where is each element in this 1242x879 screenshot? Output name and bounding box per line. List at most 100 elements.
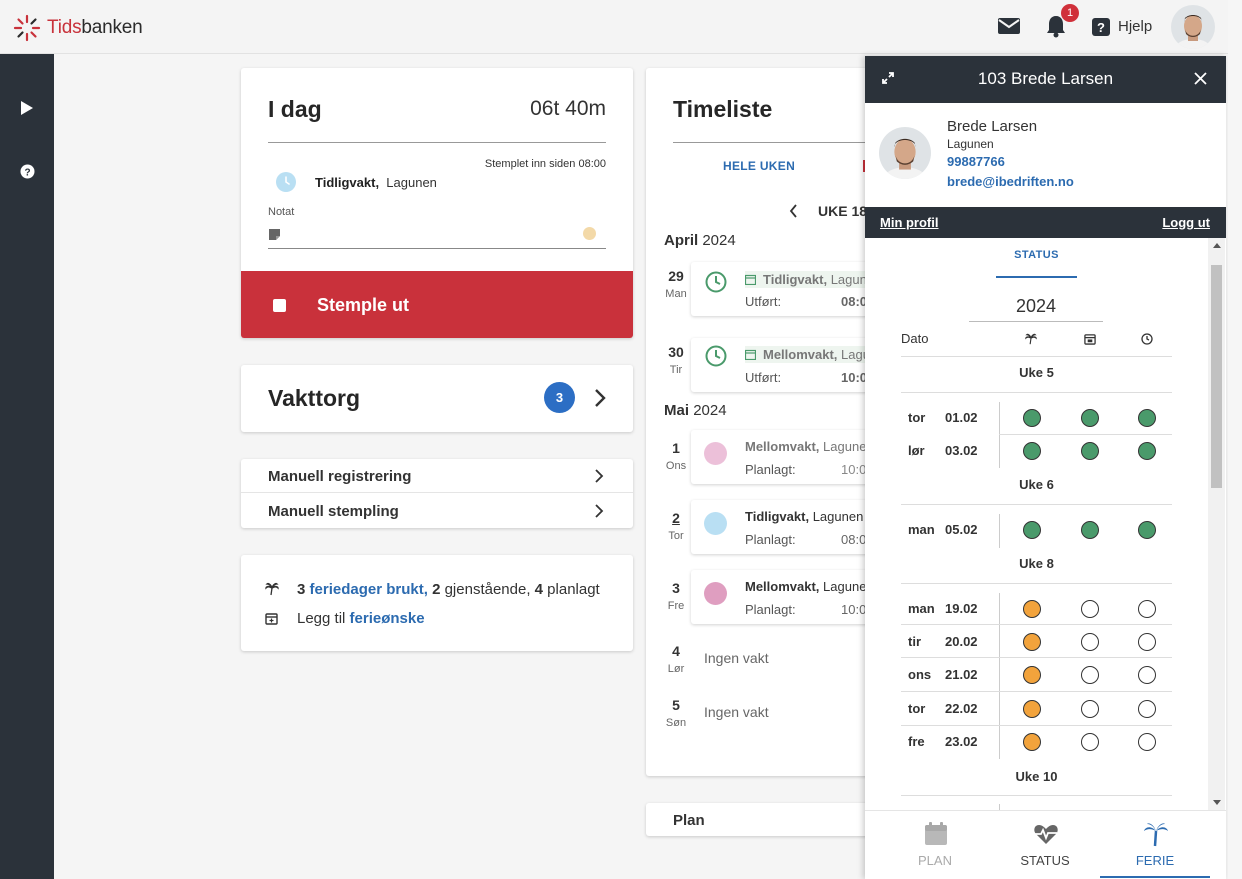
logout-link[interactable]: Logg ut xyxy=(1162,215,1210,230)
shift-clock-icon xyxy=(276,172,296,192)
stamped-in-info: Stemplet inn siden 08:00 xyxy=(484,158,606,170)
help-label[interactable]: Hjelp xyxy=(1118,18,1152,35)
row-date: 21.02 xyxy=(945,667,978,682)
palm-tree-icon xyxy=(1025,333,1037,345)
timesheet-entry[interactable]: Mellomvakt, Lagunen Planlagt: 10:00 xyxy=(691,570,876,624)
panel-user-phone[interactable]: 99887766 xyxy=(947,154,1005,169)
tab-underline xyxy=(996,276,1077,278)
status-dot xyxy=(1138,633,1156,651)
tidsbanken-logo[interactable]: Tidsbanken xyxy=(13,14,143,42)
clock-icon xyxy=(705,345,727,367)
day-label: 30 Tir xyxy=(668,344,684,376)
manual-stamping-label: Manuell stempling xyxy=(268,503,399,520)
scroll-thumb[interactable] xyxy=(1211,265,1222,488)
year-label: 2024 xyxy=(1015,296,1057,316)
chevron-left-icon[interactable] xyxy=(789,204,798,218)
divider xyxy=(901,356,1172,357)
manual-stamping-row[interactable]: Manuell stempling xyxy=(241,494,633,528)
status-dot xyxy=(1023,733,1041,751)
timesheet-entry[interactable]: Mellomvakt, Lagunen Planlagt: 10:00 xyxy=(691,430,876,484)
vacation-used-link[interactable]: feriedager brukt, xyxy=(310,581,428,598)
help-icon[interactable]: ? xyxy=(1092,18,1110,36)
row-day: man xyxy=(908,601,935,616)
no-shift-label: Ingen vakt xyxy=(704,704,769,720)
user-avatar[interactable] xyxy=(1171,5,1215,49)
status-dot xyxy=(1081,442,1099,460)
timesheet-entry[interactable]: Tidligvakt, Lagunen Utført:08:00 xyxy=(691,262,876,316)
note-input[interactable] xyxy=(268,223,606,249)
close-icon[interactable] xyxy=(1194,72,1207,85)
divider xyxy=(901,795,1172,796)
panel-user-email[interactable]: brede@ibedriften.no xyxy=(947,174,1074,189)
divider xyxy=(673,142,876,143)
panel-scrollbar[interactable] xyxy=(1208,238,1225,810)
timesheet-card: Timeliste HELE UKEN UKE 18 April 2024 29… xyxy=(646,68,876,776)
manual-registration-label: Manuell registrering xyxy=(268,468,412,485)
calendar-icon xyxy=(1084,334,1096,345)
row-day: man xyxy=(908,522,935,537)
panel-user-department: Lagunen xyxy=(947,137,994,151)
scroll-down-arrow[interactable] xyxy=(1213,800,1221,805)
timesheet-entry[interactable]: Tidligvakt, Lagunen Planlagt: 08:00 xyxy=(691,500,876,554)
date-column-header: Dato xyxy=(901,331,929,346)
status-dot xyxy=(1081,600,1099,618)
scroll-up-arrow[interactable] xyxy=(1213,243,1221,248)
status-dot xyxy=(1138,442,1156,460)
add-vacation-link[interactable]: ferieønske xyxy=(350,610,425,627)
divider xyxy=(901,583,1172,584)
vakttorg-title: Vakttorg xyxy=(268,385,361,411)
entry-time: Planlagt: 08:00 xyxy=(745,532,874,547)
play-icon[interactable] xyxy=(19,100,35,116)
vakttorg-card[interactable]: Vakttorg 3 xyxy=(241,365,633,432)
status-dot xyxy=(1023,442,1041,460)
my-profile-link[interactable]: Min profil xyxy=(880,215,939,230)
entry-time: Utført: 10:00 xyxy=(745,370,875,385)
vacation-summary-card: 3 feriedager brukt, 2 gjenstående, 4 pla… xyxy=(241,555,633,651)
status-dot xyxy=(1081,666,1099,684)
row-day: tor xyxy=(908,410,926,425)
row-day: tor xyxy=(908,701,926,716)
shift-color-dot xyxy=(704,582,727,605)
mail-icon[interactable] xyxy=(997,16,1021,36)
manual-registration-row[interactable]: Manuell registrering xyxy=(241,459,633,493)
divider xyxy=(901,657,1172,658)
vacation-status-list: STATUS 2024 Dato Uke 5 tor 01.02 lør 03.… xyxy=(865,238,1226,810)
emoji-icon[interactable] xyxy=(583,227,596,240)
stamp-out-button[interactable]: Stemple ut xyxy=(241,271,633,338)
row-date: 05.02 xyxy=(945,522,978,537)
status-dot xyxy=(1138,521,1156,539)
svg-text:?: ? xyxy=(24,168,30,179)
plan-title: Plan xyxy=(673,812,705,829)
entry-time: Utført: 08:00 xyxy=(745,294,875,309)
divider xyxy=(901,725,1172,726)
status-dot xyxy=(1023,633,1041,651)
day-label: 4 Lør xyxy=(667,643,685,675)
nav-status[interactable]: STATUS xyxy=(990,811,1100,879)
status-dot xyxy=(1023,600,1041,618)
status-dot xyxy=(1138,600,1156,618)
chevron-right-icon xyxy=(595,389,606,407)
row-day: tir xyxy=(908,634,921,649)
window-scrollbar[interactable] xyxy=(1228,0,1242,879)
calendar-plus-icon xyxy=(265,613,278,625)
nav-plan-label: PLAN xyxy=(918,853,952,868)
timesheet-entry[interactable]: Mellomvakt, Lagunen Utført:10:00 xyxy=(691,338,876,392)
column-divider xyxy=(999,402,1000,468)
row-date: 23.02 xyxy=(945,734,978,749)
divider xyxy=(268,142,606,143)
panel-user-info: Brede Larsen Lagunen 99887766 brede@ibed… xyxy=(865,103,1226,207)
vacation-summary-text: 3 feriedager brukt, 2 gjenstående, 4 pla… xyxy=(297,581,600,598)
nav-ferie[interactable]: FERIE xyxy=(1100,811,1210,879)
nav-status-label: STATUS xyxy=(1020,853,1070,868)
tab-status[interactable]: STATUS xyxy=(996,249,1077,261)
nav-plan[interactable]: PLAN xyxy=(880,811,990,879)
calendar-icon xyxy=(925,822,947,845)
left-sidebar: ? xyxy=(0,54,54,879)
question-circle-icon[interactable]: ? xyxy=(20,164,35,179)
tab-whole-week[interactable]: HELE UKEN xyxy=(723,159,795,173)
plan-card[interactable]: Plan xyxy=(646,803,876,836)
status-dot xyxy=(1138,666,1156,684)
row-day: fre xyxy=(908,734,925,749)
vakttorg-count-badge: 3 xyxy=(544,382,575,413)
palm-tree-icon xyxy=(1144,823,1168,847)
